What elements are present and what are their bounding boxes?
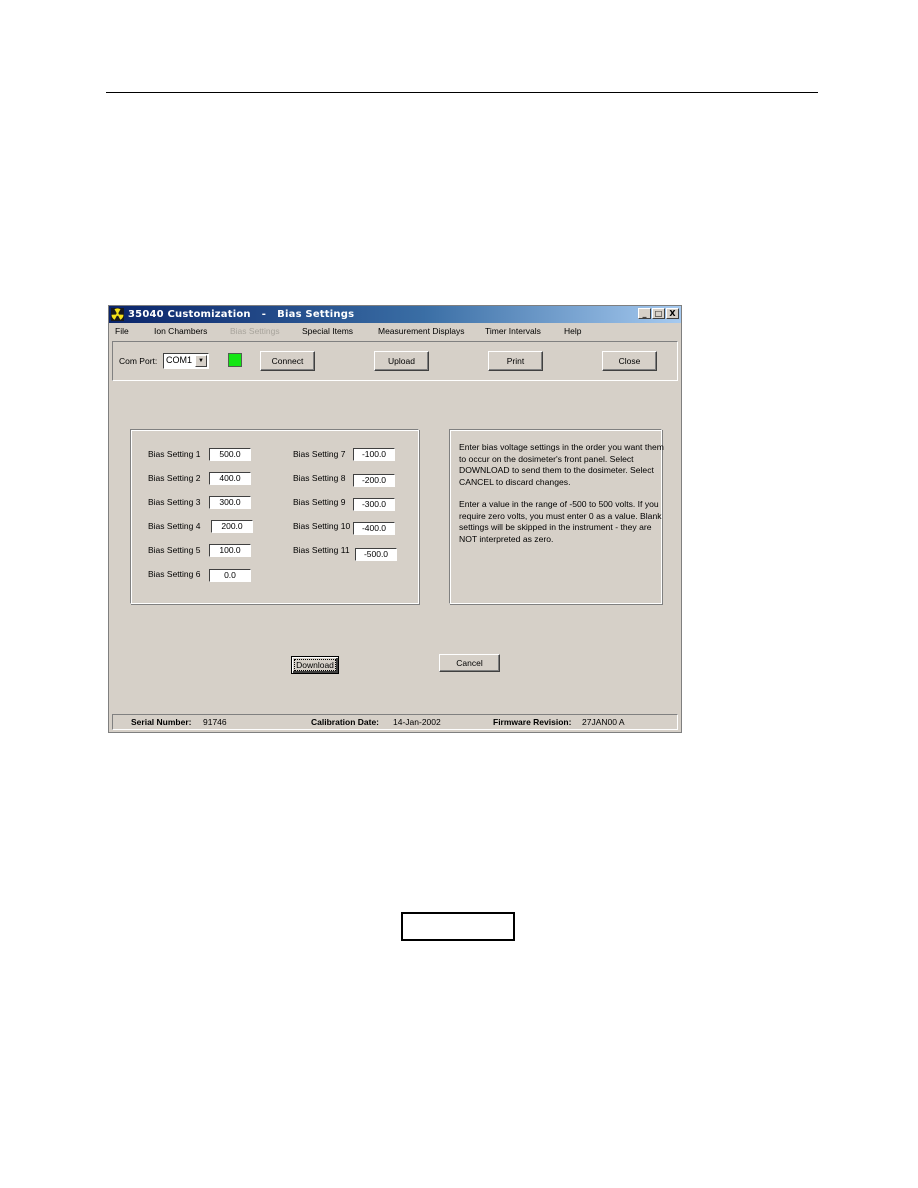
bias-setting-5-label: Bias Setting 5 bbox=[148, 545, 201, 555]
calibration-date-label: Calibration Date: bbox=[311, 717, 380, 727]
bias-setting-9-input[interactable]: -300.0 bbox=[353, 498, 395, 511]
bias-setting-3-label: Bias Setting 3 bbox=[148, 497, 201, 507]
bias-setting-4-input[interactable]: 200.0 bbox=[211, 520, 253, 533]
window-title: 35040 Customization - Bias Settings bbox=[128, 309, 355, 320]
menu-file[interactable]: File bbox=[115, 326, 129, 336]
calibration-date-value: 14-Jan-2002 bbox=[393, 717, 441, 727]
bias-setting-11-input[interactable]: -500.0 bbox=[355, 548, 397, 561]
com-port-label: Com Port: bbox=[119, 356, 158, 366]
title-bar[interactable]: 35040 Customization - Bias Settings _ □ … bbox=[109, 306, 681, 323]
cancel-button[interactable]: Cancel bbox=[439, 654, 500, 672]
bias-setting-5-input[interactable]: 100.0 bbox=[209, 544, 251, 557]
bias-setting-1-input[interactable]: 500.0 bbox=[209, 448, 251, 461]
com-port-value: COM1 bbox=[166, 355, 193, 365]
connection-status-indicator bbox=[228, 353, 242, 367]
instructions-paragraph-2: Enter a value in the range of -500 to 50… bbox=[459, 499, 662, 544]
menu-help[interactable]: Help bbox=[564, 326, 581, 336]
serial-number-value: 91746 bbox=[203, 717, 227, 727]
bias-setting-6-input[interactable]: 0.0 bbox=[209, 569, 251, 582]
bias-setting-11-label: Bias Setting 11 bbox=[293, 545, 350, 555]
bias-setting-8-input[interactable]: -200.0 bbox=[353, 474, 395, 487]
status-bar: Serial Number: 91746 Calibration Date: 1… bbox=[112, 714, 678, 730]
bias-setting-2-input[interactable]: 400.0 bbox=[209, 472, 251, 485]
toolbar: Com Port: COM1 ▼ Connect Upload Print Cl… bbox=[112, 341, 678, 381]
close-button-label: Close bbox=[618, 356, 641, 366]
print-button[interactable]: Print bbox=[488, 351, 543, 371]
menu-measurement-displays[interactable]: Measurement Displays bbox=[378, 326, 464, 336]
connect-button-label: Connect bbox=[271, 356, 304, 366]
bias-setting-2-label: Bias Setting 2 bbox=[148, 473, 201, 483]
chevron-down-icon[interactable]: ▼ bbox=[195, 355, 207, 367]
bias-setting-7-input[interactable]: -100.0 bbox=[353, 448, 395, 461]
bias-setting-8-label: Bias Setting 8 bbox=[293, 473, 346, 483]
instructions-group: Enter bias voltage settings in the order… bbox=[449, 429, 664, 604]
radiation-icon bbox=[111, 308, 124, 321]
upload-button-label: Upload bbox=[388, 356, 415, 366]
page-header-rule bbox=[106, 92, 818, 93]
bias-setting-4-label: Bias Setting 4 bbox=[148, 521, 201, 531]
download-button-label: Download bbox=[294, 659, 336, 671]
page-number-box bbox=[401, 912, 515, 941]
download-button[interactable]: Download bbox=[291, 656, 339, 674]
minimize-button[interactable]: _ bbox=[638, 308, 651, 319]
cancel-button-label: Cancel bbox=[456, 658, 483, 668]
menu-special-items[interactable]: Special Items bbox=[302, 326, 353, 336]
firmware-revision-label: Firmware Revision: bbox=[493, 717, 572, 727]
firmware-revision-value: 27JAN00 A bbox=[582, 717, 625, 727]
bias-setting-7-label: Bias Setting 7 bbox=[293, 449, 346, 459]
menu-bias-settings[interactable]: Bias Settings bbox=[230, 326, 280, 336]
print-button-label: Print bbox=[506, 356, 525, 366]
bias-setting-10-input[interactable]: -400.0 bbox=[353, 522, 395, 535]
bias-setting-3-input[interactable]: 300.0 bbox=[209, 496, 251, 509]
connect-button[interactable]: Connect bbox=[260, 351, 315, 371]
menu-bar: File Ion Chambers Bias Settings Special … bbox=[109, 323, 681, 339]
bias-settings-group: Bias Setting 1 500.0 Bias Setting 2 400.… bbox=[130, 429, 419, 604]
close-button[interactable]: Close bbox=[602, 351, 657, 371]
bias-setting-6-label: Bias Setting 6 bbox=[148, 569, 201, 579]
bias-setting-1-label: Bias Setting 1 bbox=[148, 449, 201, 459]
upload-button[interactable]: Upload bbox=[374, 351, 429, 371]
serial-number-label: Serial Number: bbox=[131, 717, 192, 727]
bias-setting-10-label: Bias Setting 10 bbox=[293, 521, 351, 531]
instructions-text: Enter bias voltage settings in the order… bbox=[459, 442, 664, 556]
instructions-paragraph-1: Enter bias voltage settings in the order… bbox=[459, 442, 664, 487]
app-window: 35040 Customization - Bias Settings _ □ … bbox=[108, 305, 682, 733]
menu-ion-chambers[interactable]: Ion Chambers bbox=[154, 326, 207, 336]
close-window-button[interactable]: X bbox=[666, 308, 679, 319]
menu-timer-intervals[interactable]: Timer Intervals bbox=[485, 326, 541, 336]
bias-setting-9-label: Bias Setting 9 bbox=[293, 497, 346, 507]
com-port-select[interactable]: COM1 ▼ bbox=[163, 353, 209, 369]
maximize-button[interactable]: □ bbox=[652, 308, 665, 319]
